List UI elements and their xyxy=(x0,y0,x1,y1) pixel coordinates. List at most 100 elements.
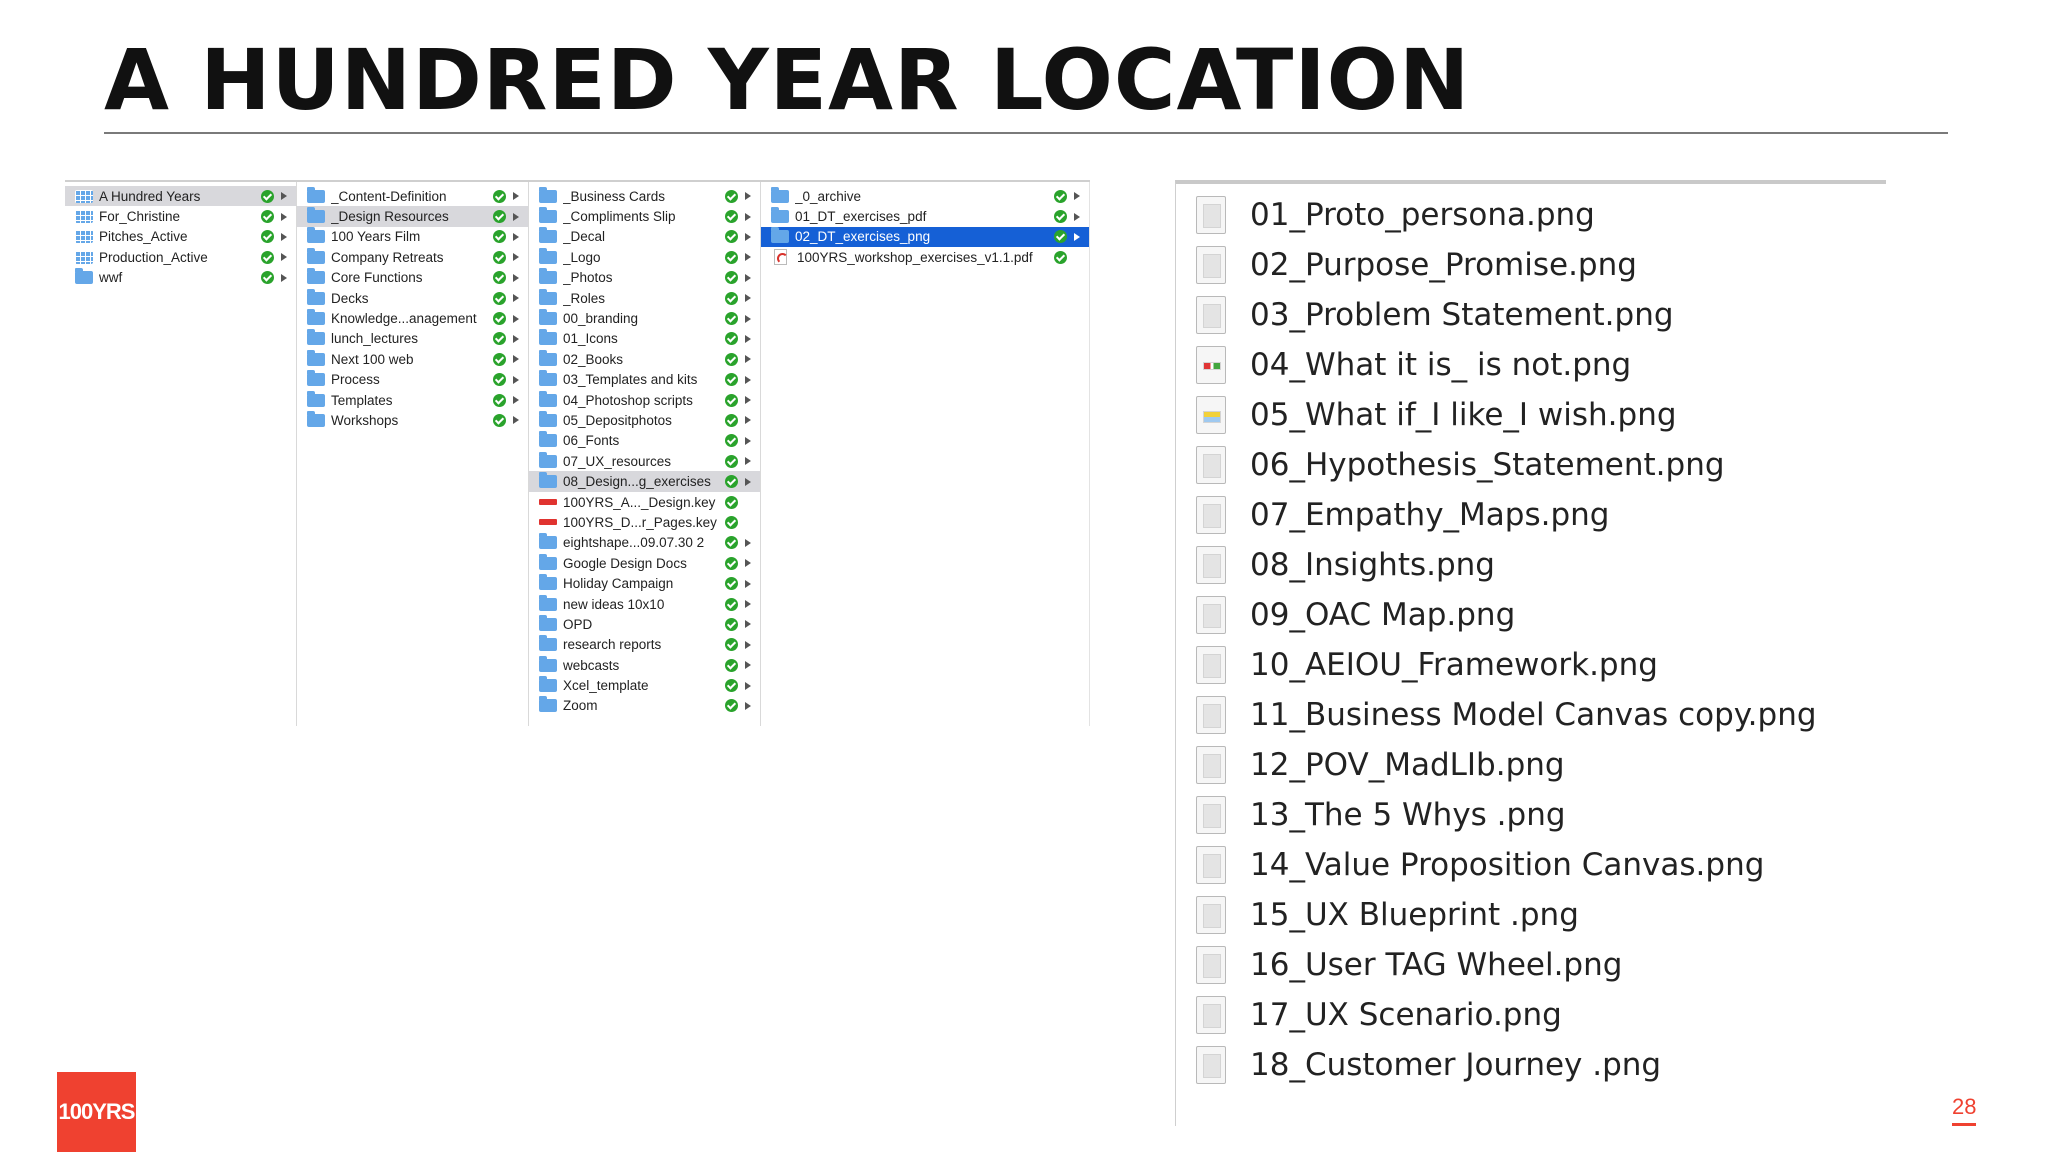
file-name: 04_What it is_ is not.png xyxy=(1250,347,1632,383)
disclosure-arrow-icon xyxy=(745,457,751,466)
finder-item-label: _Content-Definition xyxy=(331,188,447,204)
finder-item-label: 05_Depositphotos xyxy=(563,412,672,428)
finder-item[interactable]: Zoom xyxy=(529,696,760,716)
folder-icon xyxy=(539,186,557,203)
finder-item[interactable]: _Content-Definition xyxy=(297,186,528,206)
finder-item[interactable]: wwf xyxy=(65,268,296,288)
finder-item[interactable]: 08_Design...g_exercises xyxy=(529,471,760,492)
file-list-item[interactable]: 10_AEIOU_Framework.png xyxy=(1196,640,1658,690)
folder-icon xyxy=(307,186,325,203)
sync-check-icon xyxy=(725,495,738,509)
sync-check-icon xyxy=(493,189,506,203)
finder-item[interactable]: _0_archive xyxy=(761,186,1089,206)
file-list-item[interactable]: 02_Purpose_Promise.png xyxy=(1196,240,1637,290)
finder-item[interactable]: A Hundred Years xyxy=(65,186,296,207)
finder-item[interactable]: new ideas 10x10 xyxy=(529,594,760,614)
disclosure-arrow-icon xyxy=(745,192,751,201)
finder-item[interactable]: 100 Years Film xyxy=(297,227,528,247)
file-list-item[interactable]: 03_Problem Statement.png xyxy=(1196,290,1674,340)
file-name: 08_Insights.png xyxy=(1250,547,1495,583)
finder-item[interactable]: Knowledge...anagement xyxy=(297,308,528,328)
file-list-item[interactable]: 11_Business Model Canvas copy.png xyxy=(1196,690,1817,740)
sync-check-icon xyxy=(493,413,506,427)
sync-check-icon xyxy=(493,332,506,346)
file-list-item[interactable]: 01_Proto_persona.png xyxy=(1196,190,1595,240)
file-list-item[interactable]: 09_OAC Map.png xyxy=(1196,590,1515,640)
disclosure-arrow-icon xyxy=(745,416,751,425)
finder-item[interactable]: OPD xyxy=(529,614,760,634)
file-list-item[interactable]: 06_Hypothesis_Statement.png xyxy=(1196,440,1725,490)
disclosure-arrow-icon xyxy=(513,294,519,303)
finder-item[interactable]: 01_Icons xyxy=(529,329,760,349)
disclosure-arrow-icon xyxy=(745,436,751,445)
folder-icon xyxy=(307,370,325,387)
folder-icon xyxy=(539,268,557,285)
file-list-item[interactable]: 16_User TAG Wheel.png xyxy=(1196,940,1622,990)
file-list-item[interactable]: 18_Customer Journey .png xyxy=(1196,1040,1661,1090)
finder-item[interactable]: 03_Templates and kits xyxy=(529,370,760,390)
finder-item[interactable]: _Design Resources xyxy=(297,206,528,227)
sync-check-icon xyxy=(493,271,506,285)
finder-item[interactable]: research reports xyxy=(529,635,760,655)
finder-item[interactable]: 100YRS_A..._Design.key xyxy=(529,492,760,512)
finder-item[interactable]: Holiday Campaign xyxy=(529,573,760,593)
finder-item[interactable]: Xcel_template xyxy=(529,675,760,695)
disclosure-arrow-icon xyxy=(745,355,751,364)
finder-item[interactable]: Google Design Docs xyxy=(529,553,760,573)
file-list-item[interactable]: 07_Empathy_Maps.png xyxy=(1196,490,1609,540)
finder-item[interactable]: Core Functions xyxy=(297,268,528,288)
sync-check-icon xyxy=(1054,250,1067,264)
file-list-item[interactable]: 08_Insights.png xyxy=(1196,540,1495,590)
finder-item[interactable]: _Decal xyxy=(529,227,760,247)
finder-item[interactable]: 02_DT_exercises_png xyxy=(761,226,1089,248)
folder-icon xyxy=(539,614,557,631)
finder-item[interactable]: webcasts xyxy=(529,655,760,675)
finder-item[interactable]: 06_Fonts xyxy=(529,431,760,451)
finder-item[interactable]: 00_branding xyxy=(529,308,760,328)
finder-item-label: 100YRS_A..._Design.key xyxy=(563,494,716,510)
finder-item[interactable]: Pitches_Active xyxy=(65,227,296,247)
finder-item[interactable]: eightshape...09.07.30 2 xyxy=(529,533,760,553)
finder-item[interactable]: lunch_lectures xyxy=(297,329,528,349)
finder-item[interactable]: 02_Books xyxy=(529,349,760,369)
finder-item[interactable]: Process xyxy=(297,370,528,390)
finder-item[interactable]: _Logo xyxy=(529,247,760,267)
finder-item[interactable]: _Business Cards xyxy=(529,186,760,206)
folder-icon xyxy=(539,431,557,448)
finder-item[interactable]: _Compliments Slip xyxy=(529,206,760,226)
file-list-item[interactable]: 17_UX Scenario.png xyxy=(1196,990,1562,1040)
finder-item[interactable]: 01_DT_exercises_pdf xyxy=(761,206,1089,226)
folder-icon xyxy=(539,329,557,346)
finder-item-label: Decks xyxy=(331,290,369,306)
file-list-item[interactable]: 14_Value Proposition Canvas.png xyxy=(1196,840,1764,890)
file-list-item[interactable]: 13_The 5 Whys .png xyxy=(1196,790,1566,840)
finder-item[interactable]: 100YRS_workshop_exercises_v1.1.pdf xyxy=(761,247,1089,267)
finder-item[interactable]: _Roles xyxy=(529,288,760,308)
disclosure-arrow-icon xyxy=(513,253,519,262)
finder-item[interactable]: Company Retreats xyxy=(297,247,528,267)
finder-item-label: 00_branding xyxy=(563,311,639,327)
file-list-item[interactable]: 05_What if_I like_I wish.png xyxy=(1196,390,1677,440)
finder-item-label: 06_Fonts xyxy=(563,433,620,449)
file-name: 11_Business Model Canvas copy.png xyxy=(1250,697,1817,733)
file-list-item[interactable]: 04_What it is_ is not.png xyxy=(1196,340,1631,390)
finder-item[interactable]: 05_Depositphotos xyxy=(529,410,760,430)
finder-item-label: 100YRS_D...r_Pages.key xyxy=(563,514,717,530)
finder-item[interactable]: Workshops xyxy=(297,410,528,430)
png-file-icon xyxy=(1196,346,1226,384)
finder-item[interactable]: For_Christine xyxy=(65,206,296,226)
finder-item[interactable]: _Photos xyxy=(529,268,760,288)
finder-item[interactable]: 07_UX_resources xyxy=(529,451,760,471)
finder-item[interactable]: Production_Active xyxy=(65,247,296,267)
file-list-item[interactable]: 12_POV_MadLIb.png xyxy=(1196,740,1565,790)
finder-item[interactable]: 04_Photoshop scripts xyxy=(529,390,760,410)
disclosure-arrow-icon xyxy=(281,273,287,282)
finder-item[interactable]: Decks xyxy=(297,288,528,308)
finder-item[interactable]: Next 100 web xyxy=(297,349,528,369)
finder-item[interactable]: 100YRS_D...r_Pages.key xyxy=(529,512,760,532)
finder-item[interactable]: Templates xyxy=(297,390,528,410)
sync-check-icon xyxy=(493,352,506,366)
file-list-item[interactable]: 15_UX Blueprint .png xyxy=(1196,890,1579,940)
sync-check-icon xyxy=(261,210,274,224)
disclosure-arrow-icon xyxy=(745,640,751,649)
